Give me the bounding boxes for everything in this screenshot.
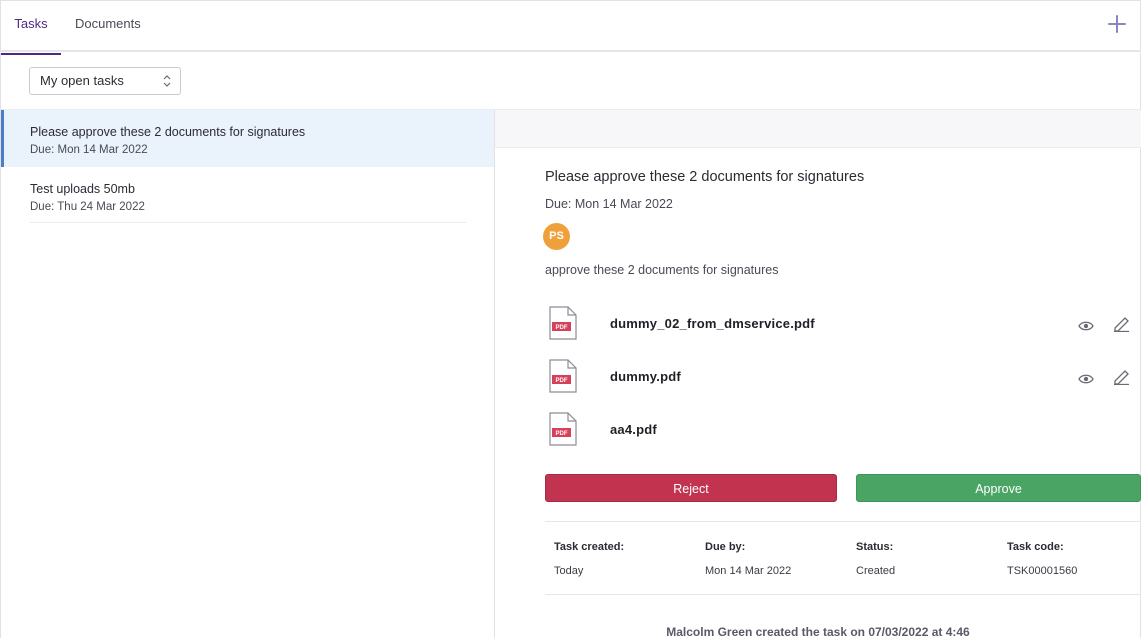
edit-pencil-icon[interactable]: [1112, 314, 1130, 332]
divider: [545, 594, 1141, 595]
detail-title: Please approve these 2 documents for sig…: [545, 169, 865, 185]
tab-bar: Tasks Documents: [0, 0, 1141, 55]
task-list: Please approve these 2 documents for sig…: [0, 110, 495, 638]
eye-icon[interactable]: [1078, 373, 1094, 385]
detail-due: Due: Mon 14 Mar 2022: [545, 197, 673, 211]
svg-text:PDF: PDF: [556, 325, 568, 331]
meta-task-created: Task created: Today: [554, 541, 624, 577]
meta-value: Created: [856, 565, 896, 577]
tab-tasks[interactable]: Tasks: [1, 1, 61, 55]
meta-label: Status:: [856, 541, 894, 553]
filter-bar: My open tasks: [0, 53, 1141, 110]
meta-label: Due by:: [705, 541, 746, 553]
document-name[interactable]: dummy.pdf: [610, 369, 681, 384]
pdf-file-icon: PDF: [549, 306, 577, 340]
approve-button[interactable]: Approve: [856, 474, 1141, 502]
meta-value: Mon 14 Mar 2022: [705, 565, 792, 577]
task-due: Due: Thu 24 Mar 2022: [30, 201, 145, 213]
plus-icon[interactable]: [1106, 13, 1128, 35]
meta-label: Task code:: [1007, 541, 1064, 553]
edit-pencil-icon[interactable]: [1112, 367, 1130, 385]
meta-task-code: Task code: TSK00001560: [1007, 541, 1077, 577]
task-due: Due: Mon 14 Mar 2022: [30, 144, 148, 156]
task-detail-panel: Please approve these 2 documents for sig…: [495, 110, 1141, 638]
avatar: PS: [543, 223, 570, 250]
document-row: PDF dummy.pdf: [545, 359, 1141, 409]
svg-text:PDF: PDF: [556, 431, 568, 437]
document-row: PDF dummy_02_from_dmservice.pdf: [545, 306, 1141, 356]
task-filter-value: My open tasks: [40, 73, 124, 88]
document-name[interactable]: aa4.pdf: [610, 422, 657, 437]
chevron-updown-icon: [163, 75, 171, 87]
divider: [545, 521, 1141, 522]
detail-header-strip: [495, 110, 1141, 148]
task-description: approve these 2 documents for signatures: [545, 263, 779, 277]
task-filter-select[interactable]: My open tasks: [29, 67, 181, 95]
activity-log-entry: Malcolm Green created the task on 07/03/…: [666, 625, 970, 638]
meta-value: Today: [554, 565, 584, 577]
task-list-item[interactable]: Test uploads 50mb Due: Thu 24 Mar 2022: [1, 167, 494, 224]
tab-documents[interactable]: Documents: [75, 1, 141, 53]
reject-button[interactable]: Reject: [545, 474, 837, 502]
pdf-file-icon: PDF: [549, 359, 577, 393]
task-title: Test uploads 50mb: [30, 182, 135, 196]
task-list-item[interactable]: Please approve these 2 documents for sig…: [1, 110, 494, 167]
task-title: Please approve these 2 documents for sig…: [30, 125, 306, 139]
meta-label: Task created:: [554, 541, 625, 553]
meta-value: TSK00001560: [1007, 565, 1078, 577]
divider: [30, 222, 466, 223]
document-name[interactable]: dummy_02_from_dmservice.pdf: [610, 316, 815, 331]
meta-status: Status: Created: [856, 541, 895, 577]
eye-icon[interactable]: [1078, 320, 1094, 332]
document-row: PDF aa4.pdf: [545, 412, 1141, 462]
pdf-file-icon: PDF: [549, 412, 577, 446]
meta-due-by: Due by: Mon 14 Mar 2022: [705, 541, 791, 577]
svg-text:PDF: PDF: [556, 378, 568, 384]
